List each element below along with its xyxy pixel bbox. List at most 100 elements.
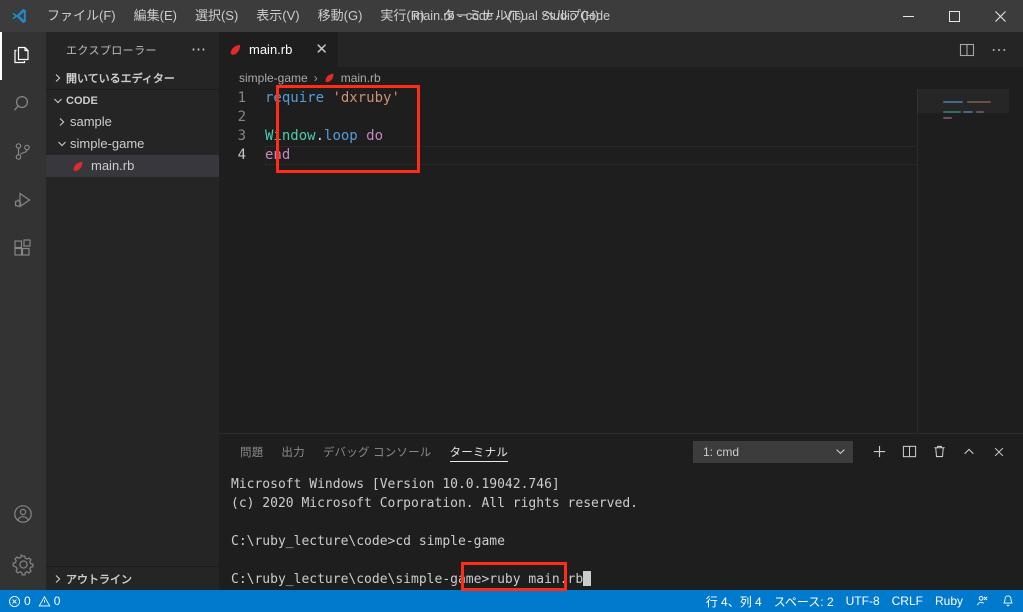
minimap-row — [963, 111, 973, 113]
panel-tab-debug-console[interactable]: デバッグ コンソール — [314, 434, 441, 469]
terminal-output[interactable]: Microsoft Windows [Version 10.0.19042.74… — [219, 469, 1023, 590]
sidebar-title: エクスプローラー — [66, 44, 157, 57]
workbench-body: エクスプローラー ⋯ 開いているエディター CODE sample simple… — [0, 32, 1023, 590]
bell-icon — [1001, 594, 1015, 608]
minimap[interactable] — [917, 89, 1009, 433]
activity-search[interactable] — [0, 80, 46, 128]
tree-item-label: sample — [70, 114, 112, 129]
menu-file[interactable]: ファイル(F) — [38, 4, 125, 28]
split-editor-button[interactable] — [953, 35, 981, 65]
sidebar-more-actions-icon[interactable]: ⋯ — [191, 42, 211, 57]
activity-source-control[interactable] — [0, 128, 46, 176]
activity-settings[interactable] — [0, 538, 46, 590]
minimap-border — [917, 89, 918, 433]
status-notifications[interactable] — [995, 590, 1021, 612]
new-terminal-button[interactable] — [865, 438, 893, 466]
breadcrumb-item-folder[interactable]: simple-game — [239, 71, 308, 85]
activity-account[interactable] — [0, 490, 46, 538]
editor-tab-main-rb[interactable]: main.rb ✕ — [219, 32, 339, 67]
warning-count: 0 — [53, 594, 61, 608]
status-feedback[interactable] — [969, 590, 995, 612]
terminal-cursor — [583, 571, 592, 586]
ruby-icon — [70, 158, 86, 174]
code-line: 2 — [219, 108, 1023, 127]
minimap-row — [943, 117, 952, 119]
code-editor[interactable]: 1 require 'dxruby' 2 3 Window.loop do 4 … — [219, 89, 1023, 433]
tree-item-label: main.rb — [91, 158, 135, 173]
panel-header: 問題 出力 デバッグ コンソール ターミナル 1: cmd — [219, 434, 1023, 469]
activity-extensions[interactable] — [0, 224, 46, 272]
editor-group: main.rb ✕ ⋯ simple-game › main.rb 1 requ… — [219, 32, 1023, 590]
sidebar-folder-label: CODE — [66, 94, 98, 107]
token: 'dxruby' — [332, 90, 400, 106]
status-eol[interactable]: CRLF — [886, 590, 929, 612]
close-icon[interactable]: ✕ — [315, 42, 328, 57]
line-number: 2 — [237, 109, 246, 125]
tree-item-main-rb[interactable]: main.rb — [46, 155, 219, 177]
token: end — [265, 147, 291, 163]
file-tree: sample simple-game main.rb — [46, 111, 219, 566]
status-problems[interactable]: 0 0 — [2, 590, 66, 612]
maximize-button[interactable] — [931, 0, 977, 32]
editor-tab-bar: main.rb ✕ ⋯ — [219, 32, 1023, 67]
panel-tab-problems[interactable]: 問題 — [231, 434, 272, 469]
breadcrumb-separator: › — [313, 71, 318, 85]
terminal-line: Microsoft Windows [Version 10.0.19042.74… — [231, 477, 560, 492]
minimap-row — [967, 101, 991, 103]
minimap-row — [943, 101, 963, 103]
sidebar-section-outline[interactable]: アウトライン — [46, 566, 219, 590]
panel-tab-terminal[interactable]: ターミナル — [441, 434, 518, 469]
minimize-button[interactable] — [885, 0, 931, 32]
menu-terminal[interactable]: ターミナル(T) — [433, 4, 533, 28]
status-encoding[interactable]: UTF-8 — [840, 590, 886, 612]
maximize-panel-button[interactable] — [955, 438, 983, 466]
chevron-right-icon — [50, 574, 66, 584]
panel-tab-output[interactable]: 出力 — [272, 434, 313, 469]
menu-edit[interactable]: 編集(E) — [125, 4, 186, 28]
sidebar-open-editors-label: 開いているエディター — [66, 73, 175, 85]
menu-go[interactable]: 移動(G) — [309, 4, 372, 28]
status-language-mode[interactable]: Ruby — [929, 590, 969, 612]
status-bar-right: 行 4、列 4 スペース: 2 UTF-8 CRLF Ruby — [700, 590, 1021, 612]
tree-item-sample[interactable]: sample — [46, 111, 219, 133]
chevron-down-icon — [54, 139, 70, 149]
window-controls — [885, 0, 1023, 32]
split-terminal-button[interactable] — [895, 438, 923, 466]
menu-selection[interactable]: 選択(S) — [186, 4, 247, 28]
editor-content[interactable]: 1 require 'dxruby' 2 3 Window.loop do 4 … — [219, 89, 1023, 433]
editor-tab-label: main.rb — [249, 42, 293, 57]
title-bar: ファイル(F) 編集(E) 選択(S) 表示(V) 移動(G) 実行(R) ター… — [0, 0, 1023, 32]
menu-run[interactable]: 実行(R) — [371, 4, 433, 28]
menu-help[interactable]: ヘルプ(H) — [533, 4, 608, 28]
chevron-down-icon — [835, 446, 846, 457]
token: . — [315, 128, 325, 144]
warning-icon — [38, 595, 51, 608]
terminal-prompt-line: C:\ruby_lecture\code\simple-game>ruby ma… — [231, 570, 1023, 589]
editor-more-actions-button[interactable]: ⋯ — [985, 35, 1013, 65]
status-bar: 0 0 行 4、列 4 スペース: 2 UTF-8 CRLF Ruby — [0, 590, 1023, 612]
close-panel-button[interactable] — [985, 438, 1013, 466]
line-number: 3 — [237, 128, 246, 144]
editor-scrollbar[interactable] — [1009, 89, 1023, 433]
line-content: Window.loop do — [265, 127, 383, 146]
line-content: end — [265, 146, 290, 165]
kill-terminal-button[interactable] — [925, 438, 953, 466]
terminal-select[interactable]: 1: cmd — [693, 440, 853, 463]
close-button[interactable] — [977, 0, 1023, 32]
breadcrumb: simple-game › main.rb — [219, 67, 1023, 89]
ruby-icon — [324, 72, 336, 84]
sidebar-header: エクスプローラー ⋯ — [46, 32, 219, 67]
breadcrumb-item-file[interactable]: main.rb — [324, 71, 381, 85]
sidebar-section-folder[interactable]: CODE — [46, 89, 219, 111]
status-indentation[interactable]: スペース: 2 — [768, 590, 840, 612]
status-cursor-position[interactable]: 行 4、列 4 — [700, 590, 768, 612]
minimap-slider[interactable] — [917, 89, 1009, 113]
menu-view[interactable]: 表示(V) — [247, 4, 308, 28]
terminal-prompt: C:\ruby_lecture\code\simple-game — [231, 572, 482, 587]
sidebar-section-open-editors[interactable]: 開いているエディター — [46, 67, 219, 89]
activity-run-debug[interactable] — [0, 176, 46, 224]
activity-explorer[interactable] — [0, 32, 46, 80]
tree-item-simple-game[interactable]: simple-game — [46, 133, 219, 155]
